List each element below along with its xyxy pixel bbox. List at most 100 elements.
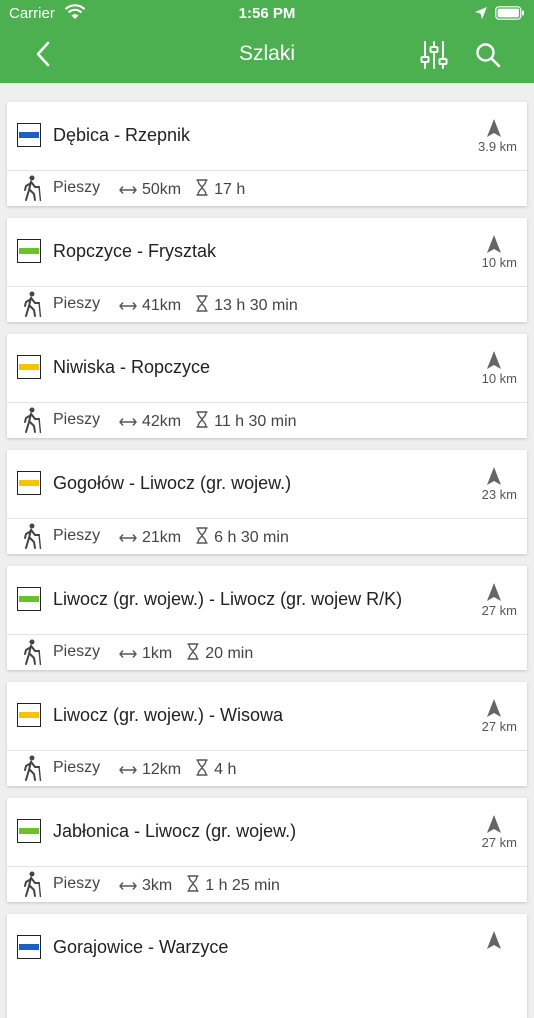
trail-distance: 10 km	[481, 371, 517, 386]
hiker-icon	[24, 755, 42, 782]
hourglass-icon	[187, 875, 199, 892]
navigation-arrow-icon	[487, 699, 501, 717]
trail-card-header: Gogołów - Liwocz (gr. wojew.) 23 km	[7, 450, 527, 518]
double-arrow-icon	[119, 881, 137, 890]
battery-icon	[495, 6, 524, 20]
trail-time-group: 6 h 30 min	[195, 527, 289, 547]
hourglass-icon	[187, 643, 199, 660]
trail-time-group: 20 min	[186, 643, 253, 663]
hiker-icon	[24, 291, 42, 318]
navigation-arrow-icon	[487, 351, 501, 369]
trail-name: Dębica - Rzepnik	[53, 125, 191, 145]
trail-type: Pieszy	[53, 179, 101, 196]
trail-time-group: 4 h	[195, 759, 236, 779]
search-icon[interactable]	[474, 41, 502, 69]
trail-card[interactable]: Gogołów - Liwocz (gr. wojew.) 23 km Pies…	[7, 450, 527, 554]
trail-details: Pieszy 12km 4 h	[7, 751, 527, 786]
nav-bar: Szlaki	[0, 28, 534, 83]
trail-color-flag-icon	[17, 587, 41, 611]
trail-length: 42km	[142, 413, 182, 430]
navigation-arrow-icon	[487, 583, 501, 601]
trail-color-stripe	[19, 944, 39, 950]
trail-details: Pieszy 50km 17 h	[7, 171, 527, 206]
navigation-arrow-icon	[487, 815, 501, 833]
trail-color-flag-icon	[17, 703, 41, 727]
trail-type: Pieszy	[53, 527, 101, 544]
trail-distance: 23 km	[481, 487, 517, 502]
double-arrow-icon	[119, 301, 137, 310]
hiker-icon	[24, 407, 42, 434]
trail-length-time: 21km 6 h 30 min	[119, 527, 289, 547]
trail-distance: 27 km	[481, 719, 517, 734]
trail-color-stripe	[19, 712, 39, 718]
trail-color-stripe	[19, 480, 39, 486]
trail-card-header: Jabłonica - Liwocz (gr. wojew.) 27 km	[7, 798, 527, 866]
trail-color-stripe	[19, 132, 39, 138]
trail-card[interactable]: Liwocz (gr. wojew.) - Wisowa 27 km Piesz…	[7, 682, 527, 786]
trail-card[interactable]: Gorajowice - Warzyce	[7, 914, 527, 1018]
trail-card[interactable]: Jabłonica - Liwocz (gr. wojew.) 27 km Pi…	[7, 798, 527, 902]
trail-card-header: Niwiska - Ropczyce 10 km	[7, 334, 527, 402]
trail-time: 17 h	[214, 181, 246, 198]
trail-details: Pieszy 41km 13 h 30 min	[7, 287, 527, 322]
trail-time-group: 13 h 30 min	[195, 295, 298, 315]
trail-color-flag-icon	[17, 471, 41, 495]
trail-length-time: 1km 20 min	[119, 643, 253, 663]
double-arrow-icon	[119, 185, 137, 194]
trail-distance: 10 km	[481, 255, 517, 270]
trail-type: Pieszy	[53, 295, 101, 312]
trail-name: Ropczyce - Frysztak	[53, 241, 217, 261]
trail-time: 1 h 25 min	[205, 877, 280, 894]
trail-name: Liwocz (gr. wojew.) - Wisowa	[53, 705, 284, 725]
trail-time: 11 h 30 min	[214, 413, 297, 430]
trail-length: 12km	[142, 761, 182, 778]
trail-type: Pieszy	[53, 643, 101, 660]
trail-distance: 27 km	[481, 603, 517, 618]
trail-length-time: 41km 13 h 30 min	[119, 295, 298, 315]
trail-name: Gorajowice - Warzyce	[53, 937, 229, 957]
trail-details: Pieszy 42km 11 h 30 min	[7, 403, 527, 438]
navigation-arrow-icon	[487, 467, 501, 485]
trail-card[interactable]: Liwocz (gr. wojew.) - Liwocz (gr. wojew …	[7, 566, 527, 670]
hiker-icon	[24, 523, 42, 550]
trail-time: 20 min	[205, 645, 254, 662]
trail-card[interactable]: Dębica - Rzepnik 3.9 km Pieszy 50km 17 h	[7, 102, 527, 206]
trail-color-stripe	[19, 596, 39, 602]
trail-color-flag-icon	[17, 123, 41, 147]
trail-color-stripe	[19, 364, 39, 370]
trail-length-time: 50km 17 h	[119, 179, 245, 199]
trail-length: 41km	[142, 297, 182, 314]
filter-sliders-icon[interactable]	[420, 40, 448, 70]
status-time: 1:56 PM	[238, 5, 296, 22]
trail-card-header: Dębica - Rzepnik 3.9 km	[7, 102, 527, 170]
trail-card-header: Ropczyce - Frysztak 10 km	[7, 218, 527, 286]
trail-card[interactable]: Niwiska - Ropczyce 10 km Pieszy 42km 11 h…	[7, 334, 527, 438]
double-arrow-icon	[119, 533, 137, 542]
status-bar: Carrier 1:56 PM	[0, 0, 534, 28]
trail-details: Pieszy 1km 20 min	[7, 635, 527, 670]
trail-color-flag-icon	[17, 355, 41, 379]
trail-time-group: 11 h 30 min	[195, 411, 297, 431]
trail-length: 50km	[142, 181, 182, 198]
double-arrow-icon	[119, 417, 137, 426]
trail-type: Pieszy	[53, 875, 101, 892]
page-title: Szlaki	[238, 42, 296, 65]
hourglass-icon	[196, 759, 208, 776]
hiker-icon	[24, 175, 42, 202]
trail-time-group: 1 h 25 min	[186, 875, 280, 895]
hiker-icon	[24, 871, 42, 898]
top-bar: Carrier 1:56 PM Szlaki	[0, 0, 534, 83]
trail-details: Pieszy 3km 1 h 25 min	[7, 867, 527, 902]
trail-card[interactable]: Ropczyce - Frysztak 10 km Pieszy 41km 13 …	[7, 218, 527, 322]
trail-length: 1km	[142, 645, 173, 662]
navigation-arrow-icon	[487, 119, 501, 137]
trail-name: Niwiska - Ropczyce	[53, 357, 211, 377]
trail-length-time: 12km 4 h	[119, 759, 236, 779]
trail-color-flag-icon	[17, 819, 41, 843]
trail-length: 21km	[142, 529, 182, 546]
hourglass-icon	[196, 179, 208, 196]
trail-color-stripe	[19, 828, 39, 834]
hourglass-icon	[196, 295, 208, 312]
trail-color-flag-icon	[17, 239, 41, 263]
navigation-arrow-icon	[487, 931, 501, 949]
